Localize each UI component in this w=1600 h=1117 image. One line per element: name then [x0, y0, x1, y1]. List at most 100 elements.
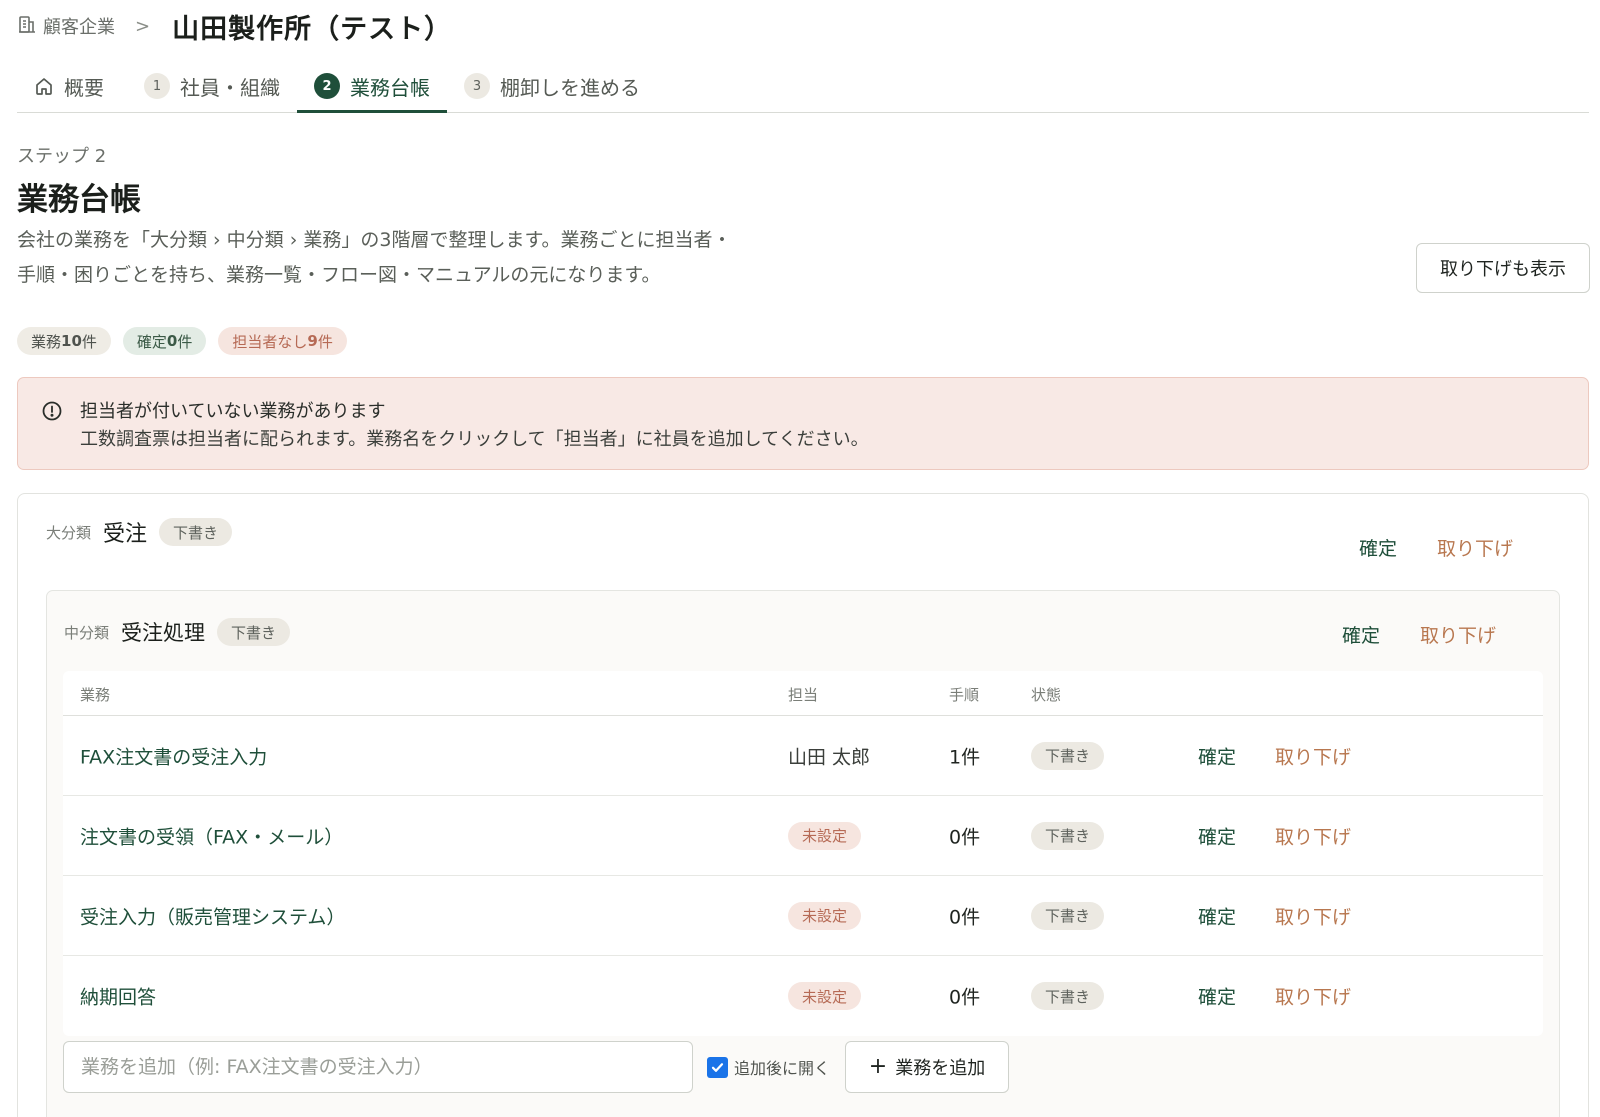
task-confirm-button[interactable]: 確定 [1198, 822, 1236, 849]
assignee-name: 山田 太郎 [788, 746, 871, 768]
tab-task-ledger[interactable]: 2 業務台帳 [297, 60, 447, 113]
confirmed-count-badge: 確定 0件 [122, 327, 207, 355]
task-name-link[interactable]: 受注入力（販売管理システム） [80, 902, 345, 929]
unassigned-count-badge: 担当者なし 9件 [218, 327, 347, 355]
subcategory-card: 中分類 受注処理 下書き 確定 取り下げ 業務 担当 手順 状態 FAX注文書の… [46, 590, 1560, 1117]
tab-label: 棚卸しを進める [500, 75, 640, 100]
category-card: 大分類 受注 下書き 確定 取り下げ 中分類 受注処理 下書き 確定 取り下げ … [17, 493, 1589, 1117]
tab-employees[interactable]: 1 社員・組織 [127, 60, 297, 112]
checkbox-checked-icon[interactable] [707, 1056, 728, 1078]
task-name-link[interactable]: 注文書の受領（FAX・メール） [80, 822, 343, 849]
chevron-right-icon: > [135, 15, 151, 37]
category-actions: 確定 取り下げ [1359, 534, 1513, 561]
description-line: 手順・困りごとを持ち、業務一覧・フロー図・マニュアルの元になります。 [17, 264, 661, 286]
task-table: 業務 担当 手順 状態 FAX注文書の受注入力 山田 太郎 1件 下書き 確定 取り下げ注… [63, 671, 1543, 1036]
add-task-button-label: 業務を追加 [895, 1058, 986, 1079]
task-name-link[interactable]: FAX注文書の受注入力 [80, 742, 267, 769]
company-title: 山田製作所（テスト） [172, 13, 453, 45]
step-count: 0件 [949, 826, 981, 848]
category-name[interactable]: 受注 [103, 516, 147, 548]
column-header-assignee: 担当 [788, 686, 819, 704]
badge-count: 10 [61, 332, 82, 350]
task-remove-button[interactable]: 取り下げ [1275, 983, 1351, 1010]
tab-step-number: 2 [314, 73, 340, 99]
tab-label: 概要 [64, 75, 104, 100]
badge-label: 業務 [31, 332, 62, 351]
assignee-unset-badge: 未設定 [788, 982, 862, 1010]
page-title: 業務台帳 [17, 182, 141, 218]
status-badge: 下書き [1031, 741, 1105, 770]
status-badge: 下書き [1031, 821, 1105, 850]
badge-count: 9 [307, 332, 318, 350]
stats-badges: 業務 10 件 確定 0件 担当者なし 9件 [17, 327, 347, 355]
category-confirm-button[interactable]: 確定 [1359, 534, 1397, 561]
checkbox-label: 追加後に開く [734, 1059, 831, 1078]
table-row: 受注入力（販売管理システム） 未設定 0件 下書き 確定 取り下げ [63, 876, 1543, 956]
building-icon [17, 14, 37, 39]
plus-icon: + [868, 1054, 888, 1079]
table-row: FAX注文書の受注入力 山田 太郎 1件 下書き 確定 取り下げ [63, 716, 1543, 796]
breadcrumb-parent-link[interactable]: 顧客企業 [17, 13, 115, 39]
table-header: 業務 担当 手順 状態 [63, 671, 1543, 716]
category-remove-button[interactable]: 取り下げ [1437, 534, 1513, 561]
task-remove-button[interactable]: 取り下げ [1275, 902, 1351, 929]
table-row: 納期回答 未設定 0件 下書き 確定 取り下げ [63, 956, 1543, 1036]
badge-unit: 件 [317, 332, 333, 351]
assignee-unset-badge: 未設定 [788, 901, 862, 930]
step-count: 0件 [949, 906, 981, 928]
badge-label: 担当者なし [232, 332, 308, 351]
category-header: 大分類 受注 下書き [46, 516, 233, 548]
add-task-input[interactable] [63, 1041, 693, 1093]
alert-title: 担当者が付いていない業務があります [80, 401, 386, 422]
tab-step-number: 1 [144, 73, 170, 99]
task-remove-button[interactable]: 取り下げ [1275, 822, 1351, 849]
status-badge: 下書き [159, 518, 233, 546]
badge-count: 0 [166, 332, 178, 350]
step-label: ステップ 2 [17, 146, 107, 167]
task-remove-button[interactable]: 取り下げ [1275, 742, 1351, 769]
page-description: 会社の業務を「大分類 › 中分類 › 業務」の3階層で整理します。業務ごとに担当… [17, 223, 807, 293]
assignee-unset-badge: 未設定 [788, 821, 862, 850]
home-icon [34, 76, 54, 96]
step-count: 1件 [949, 746, 981, 768]
tab-overview[interactable]: 概要 [17, 60, 121, 112]
subcategory-confirm-button[interactable]: 確定 [1342, 621, 1380, 648]
subcategory-name[interactable]: 受注処理 [121, 617, 205, 647]
unassigned-alert: 担当者が付いていない業務があります 工数調査票は担当者に配られます。業務名をクリ… [17, 377, 1589, 470]
badge-unit: 件 [81, 332, 97, 351]
table-row: 注文書の受領（FAX・メール） 未設定 0件 下書き 確定 取り下げ [63, 796, 1543, 876]
tab-step-number: 3 [464, 73, 490, 99]
subcategory-prefix: 中分類 [64, 623, 110, 642]
description-line: 会社の業務を「大分類 › 中分類 › 業務」の3階層で整理します。業務ごとに担当… [17, 229, 732, 251]
add-task-button[interactable]: + 業務を追加 [845, 1041, 1009, 1093]
task-confirm-button[interactable]: 確定 [1198, 902, 1236, 929]
tab-bar: 概要 1 社員・組織 2 業務台帳 3 棚卸しを進める [17, 60, 1589, 113]
breadcrumb-parent-label: 顧客企業 [43, 17, 115, 38]
task-confirm-button[interactable]: 確定 [1198, 742, 1236, 769]
subcategory-remove-button[interactable]: 取り下げ [1420, 621, 1496, 648]
task-name-link[interactable]: 納期回答 [80, 983, 156, 1010]
alert-message: 工数調査票は担当者に配られます。業務名をクリックして「担当者」に社員を追加してく… [80, 429, 869, 450]
subcategory-header: 中分類 受注処理 下書き [64, 617, 291, 647]
subcategory-actions: 確定 取り下げ [1342, 621, 1496, 648]
tab-label: 社員・組織 [180, 75, 280, 100]
task-count-badge: 業務 10 件 [17, 327, 111, 355]
status-badge: 下書き [1031, 982, 1105, 1010]
badge-label: 確定 [136, 332, 167, 351]
add-task-row: 追加後に開く + 業務を追加 [63, 1041, 1543, 1093]
step-count: 0件 [949, 986, 981, 1009]
status-badge: 下書き [1031, 901, 1105, 930]
show-removed-button[interactable]: 取り下げも表示 [1416, 243, 1590, 293]
tab-inventory[interactable]: 3 棚卸しを進める [447, 60, 657, 112]
status-badge: 下書き [217, 618, 291, 646]
open-after-add-checkbox[interactable]: 追加後に開く [707, 1055, 830, 1079]
category-prefix: 大分類 [46, 523, 92, 542]
tab-label: 業務台帳 [350, 75, 430, 100]
task-confirm-button[interactable]: 確定 [1198, 983, 1236, 1010]
badge-unit: 件 [177, 332, 193, 351]
column-header-task: 業務 [80, 686, 111, 704]
column-header-status: 状態 [1031, 686, 1062, 704]
breadcrumb: 顧客企業 > 山田製作所（テスト） [17, 8, 453, 45]
info-circle-icon [42, 401, 62, 421]
column-header-steps: 手順 [949, 686, 980, 704]
